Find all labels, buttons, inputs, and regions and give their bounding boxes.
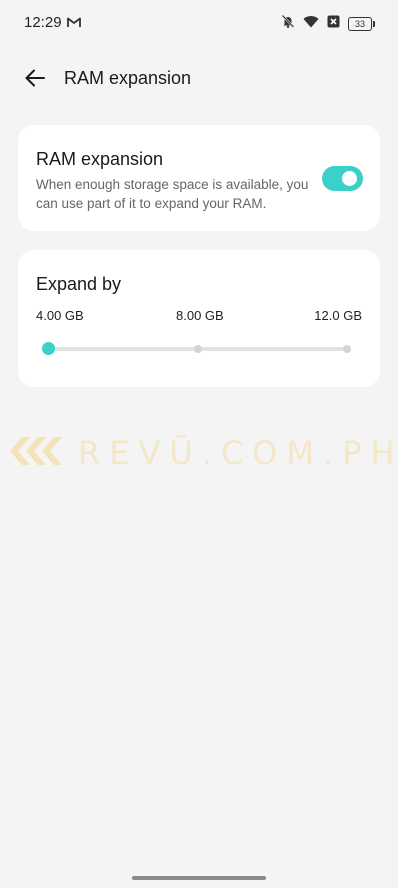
ram-expansion-title: RAM expansion (36, 149, 164, 169)
back-arrow-icon (25, 69, 45, 87)
option-label-8gb: 8.00 GB (176, 308, 224, 323)
page-title: RAM expansion (64, 68, 192, 88)
no-sim-icon (327, 15, 340, 33)
slider-stop-8gb[interactable] (194, 345, 202, 353)
header: RAM expansion (0, 60, 398, 96)
ram-expansion-toggle[interactable] (322, 166, 363, 191)
status-bar: 12:29 33 (0, 0, 398, 44)
watermark: REVŪ.COM.PH (6, 432, 398, 472)
gmail-icon (67, 15, 81, 33)
expand-by-slider[interactable] (42, 342, 354, 356)
status-time: 12:29 (24, 14, 62, 31)
watermark-text: REVŪ.COM.PH (78, 434, 398, 472)
expand-by-card: Expand by 4.00 GB 8.00 GB 12.0 GB (18, 250, 380, 387)
battery-icon: 33 (348, 16, 375, 31)
ram-expansion-description: When enough storage space is available, … (36, 177, 309, 211)
toggle-knob (342, 171, 357, 186)
watermark-logo-icon (10, 437, 62, 465)
expand-by-title: Expand by (36, 274, 122, 294)
slider-thumb[interactable] (42, 342, 55, 355)
option-label-12gb: 12.0 GB (314, 308, 362, 323)
mute-bell-icon (281, 14, 295, 33)
ram-expansion-card: RAM expansion When enough storage space … (18, 125, 380, 231)
option-label-4gb: 4.00 GB (36, 308, 84, 323)
slider-stop-12gb[interactable] (343, 345, 351, 353)
back-button[interactable] (22, 66, 48, 90)
wifi-icon (303, 15, 319, 33)
home-indicator[interactable] (132, 876, 266, 880)
